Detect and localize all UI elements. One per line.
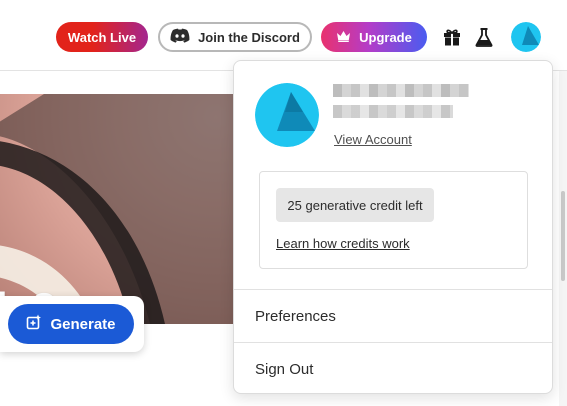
menu-divider (234, 342, 552, 343)
sign-out-menu-item[interactable]: Sign Out (255, 361, 313, 378)
watch-live-button[interactable]: Watch Live (56, 22, 148, 52)
generate-label: Generate (50, 315, 116, 333)
account-menu: View Account 25 generative credit left L… (233, 60, 553, 394)
discord-label: Join the Discord (198, 29, 300, 45)
upgrade-label: Upgrade (359, 29, 412, 45)
avatar[interactable] (511, 22, 541, 52)
menu-divider (234, 289, 552, 290)
generate-toolbar: Generate (0, 296, 144, 352)
redacted-name (333, 84, 469, 97)
crown-icon (336, 30, 351, 45)
account-avatar (255, 83, 319, 147)
generate-icon (26, 314, 42, 334)
preferences-menu-item[interactable]: Preferences (255, 308, 336, 325)
scrollbar-thumb[interactable] (561, 191, 565, 281)
app-window: ly? Generate Watch Live (0, 0, 567, 406)
discord-icon (170, 28, 190, 46)
credits-panel: 25 generative credit left Learn how cred… (259, 171, 528, 269)
redacted-email (333, 105, 453, 118)
credits-badge: 25 generative credit left (276, 188, 434, 222)
hero-image: ly? (0, 94, 240, 324)
generate-button[interactable]: Generate (8, 304, 134, 344)
upgrade-button[interactable]: Upgrade (321, 22, 427, 52)
view-account-link[interactable]: View Account (334, 132, 412, 147)
flask-icon[interactable] (473, 26, 495, 48)
join-discord-button[interactable]: Join the Discord (158, 22, 312, 52)
page-scrollbar[interactable] (559, 71, 567, 406)
watch-live-label: Watch Live (67, 29, 137, 45)
learn-credits-link[interactable]: Learn how credits work (276, 236, 410, 251)
gift-icon[interactable] (441, 26, 463, 48)
